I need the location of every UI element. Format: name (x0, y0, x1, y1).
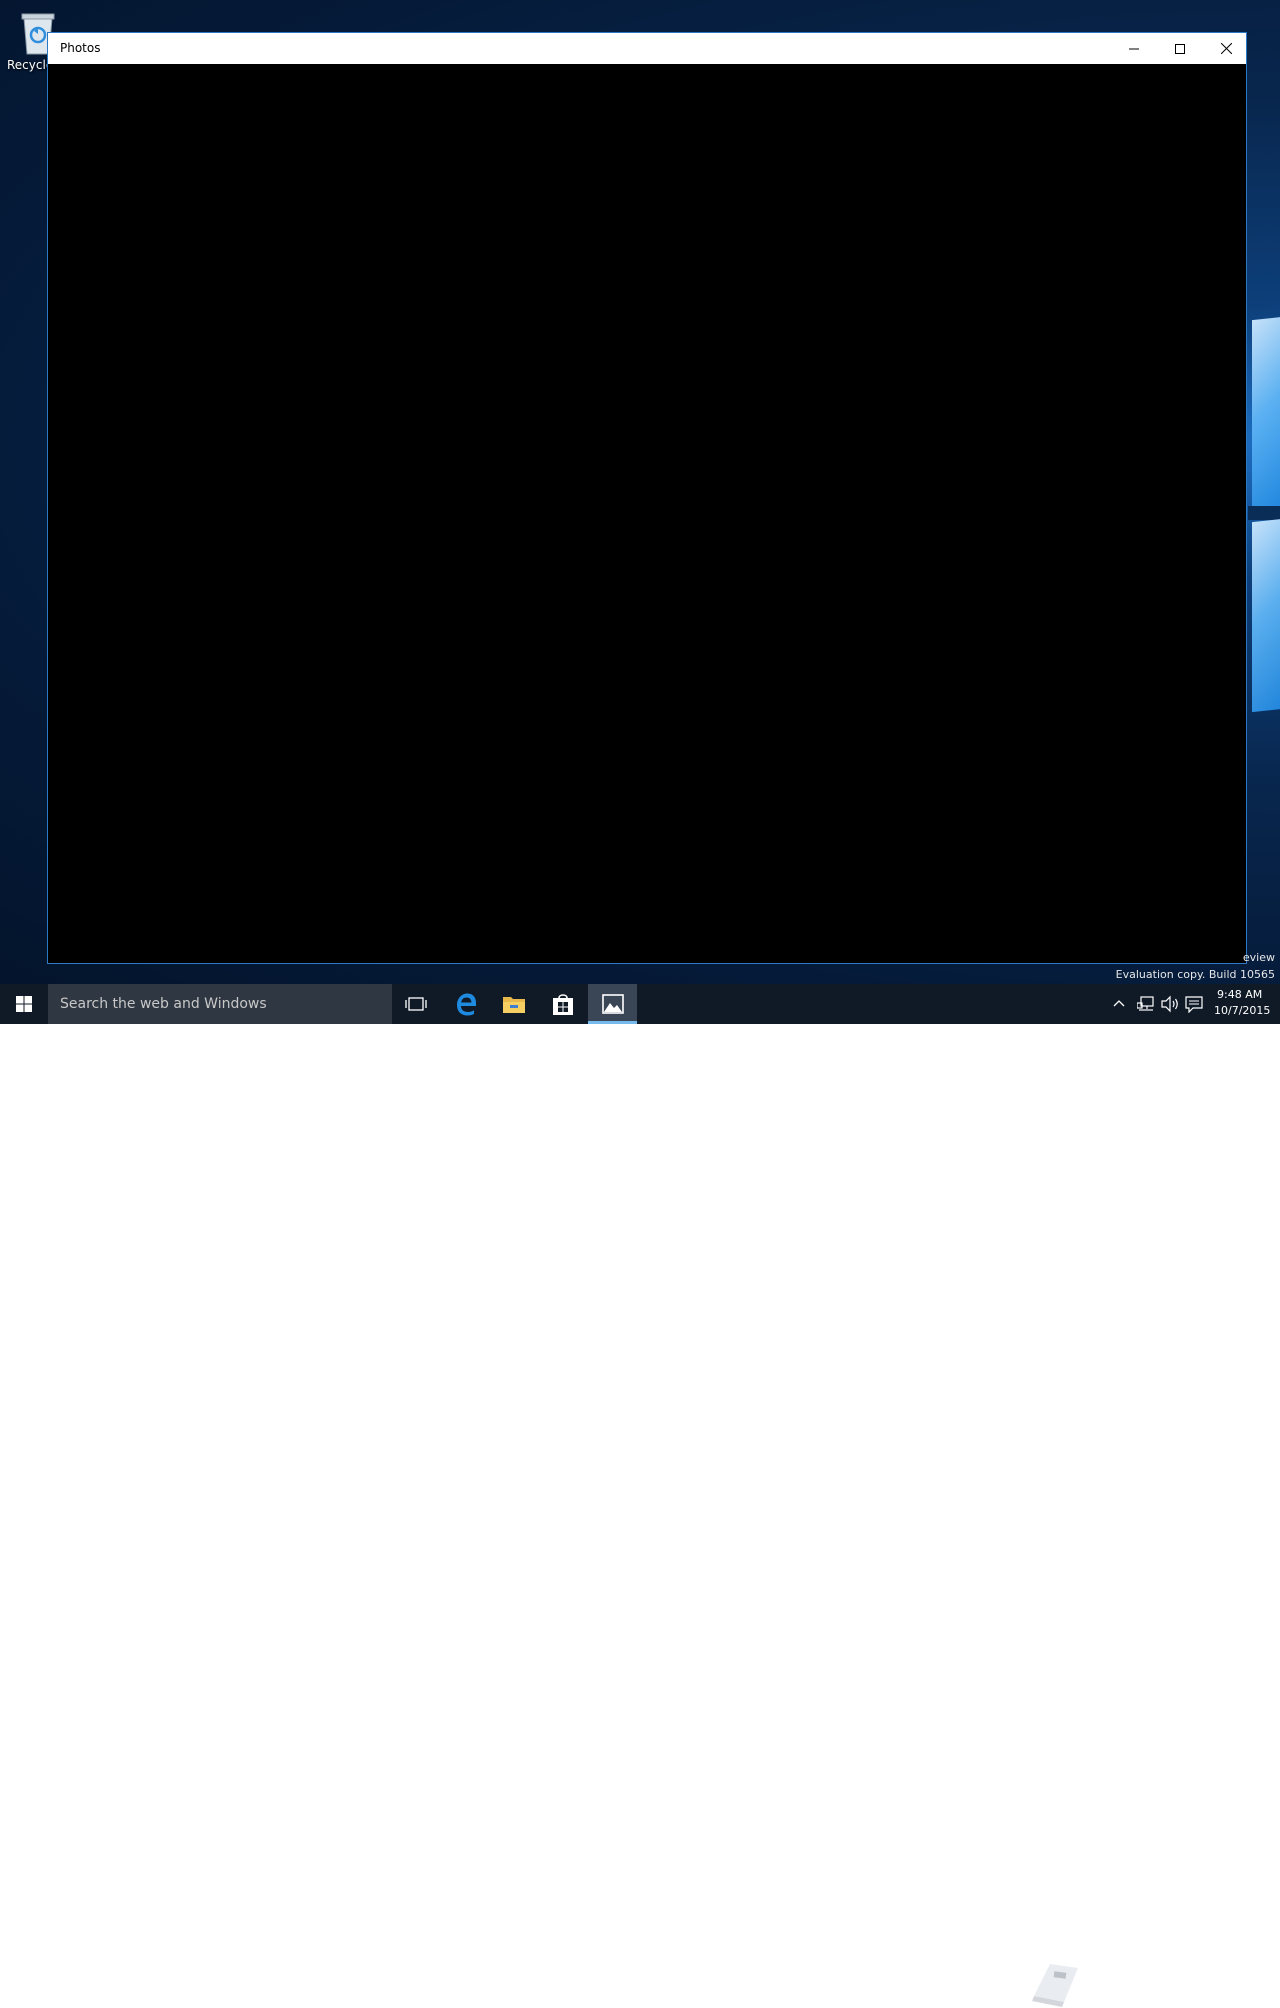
edge-button[interactable] (442, 984, 490, 1024)
clock-time[interactable]: 9:48 AM (1217, 988, 1262, 1001)
file-explorer-button[interactable] (490, 984, 538, 1024)
photos-icon (601, 994, 624, 1014)
minimize-button[interactable] (1111, 33, 1157, 64)
photos-window: Photos (47, 32, 1247, 964)
task-view-button[interactable] (392, 984, 440, 1024)
start-button[interactable] (0, 984, 48, 1024)
window-title: Photos (60, 41, 101, 55)
windows-logo-pane-top (1252, 315, 1280, 511)
volume-icon[interactable] (1160, 995, 1180, 1013)
file-explorer-icon (503, 997, 525, 1013)
windows-start-icon (16, 996, 32, 1012)
close-button[interactable] (1203, 33, 1249, 64)
edge-icon (457, 993, 476, 1016)
edition-watermark: eview (1242, 951, 1275, 964)
build-watermark: Evaluation copy. Build 10565 (1115, 968, 1275, 981)
photo-canvas[interactable] (48, 64, 1246, 963)
windows-logo-gap (1248, 506, 1280, 520)
action-center-icon[interactable] (1185, 995, 1203, 1013)
taskbar: Search the web and Windows The Collectio… (0, 984, 1280, 2007)
search-input[interactable]: Search the web and Windows (48, 984, 392, 1024)
book-logo-icon (1032, 1964, 1078, 2007)
maximize-icon (1175, 43, 1185, 54)
maximize-button[interactable] (1157, 33, 1203, 64)
title-bar[interactable]: Photos (48, 33, 1246, 64)
store-button[interactable] (539, 984, 587, 1024)
store-icon (553, 994, 573, 1015)
task-view-icon (405, 997, 427, 1011)
close-icon (1220, 43, 1232, 54)
book-watermark-text: The Collection Book (1092, 1972, 1280, 1994)
search-placeholder: Search the web and Windows (60, 996, 267, 1012)
minimize-icon (1129, 48, 1139, 49)
show-hidden-icons-chevron-icon[interactable] (1112, 996, 1126, 1010)
windows-logo-pane-bottom (1252, 517, 1280, 713)
network-icon[interactable] (1137, 995, 1155, 1013)
clock-date[interactable]: 10/7/2015 (1214, 1004, 1270, 1017)
photos-taskbar-button[interactable] (588, 984, 637, 1024)
